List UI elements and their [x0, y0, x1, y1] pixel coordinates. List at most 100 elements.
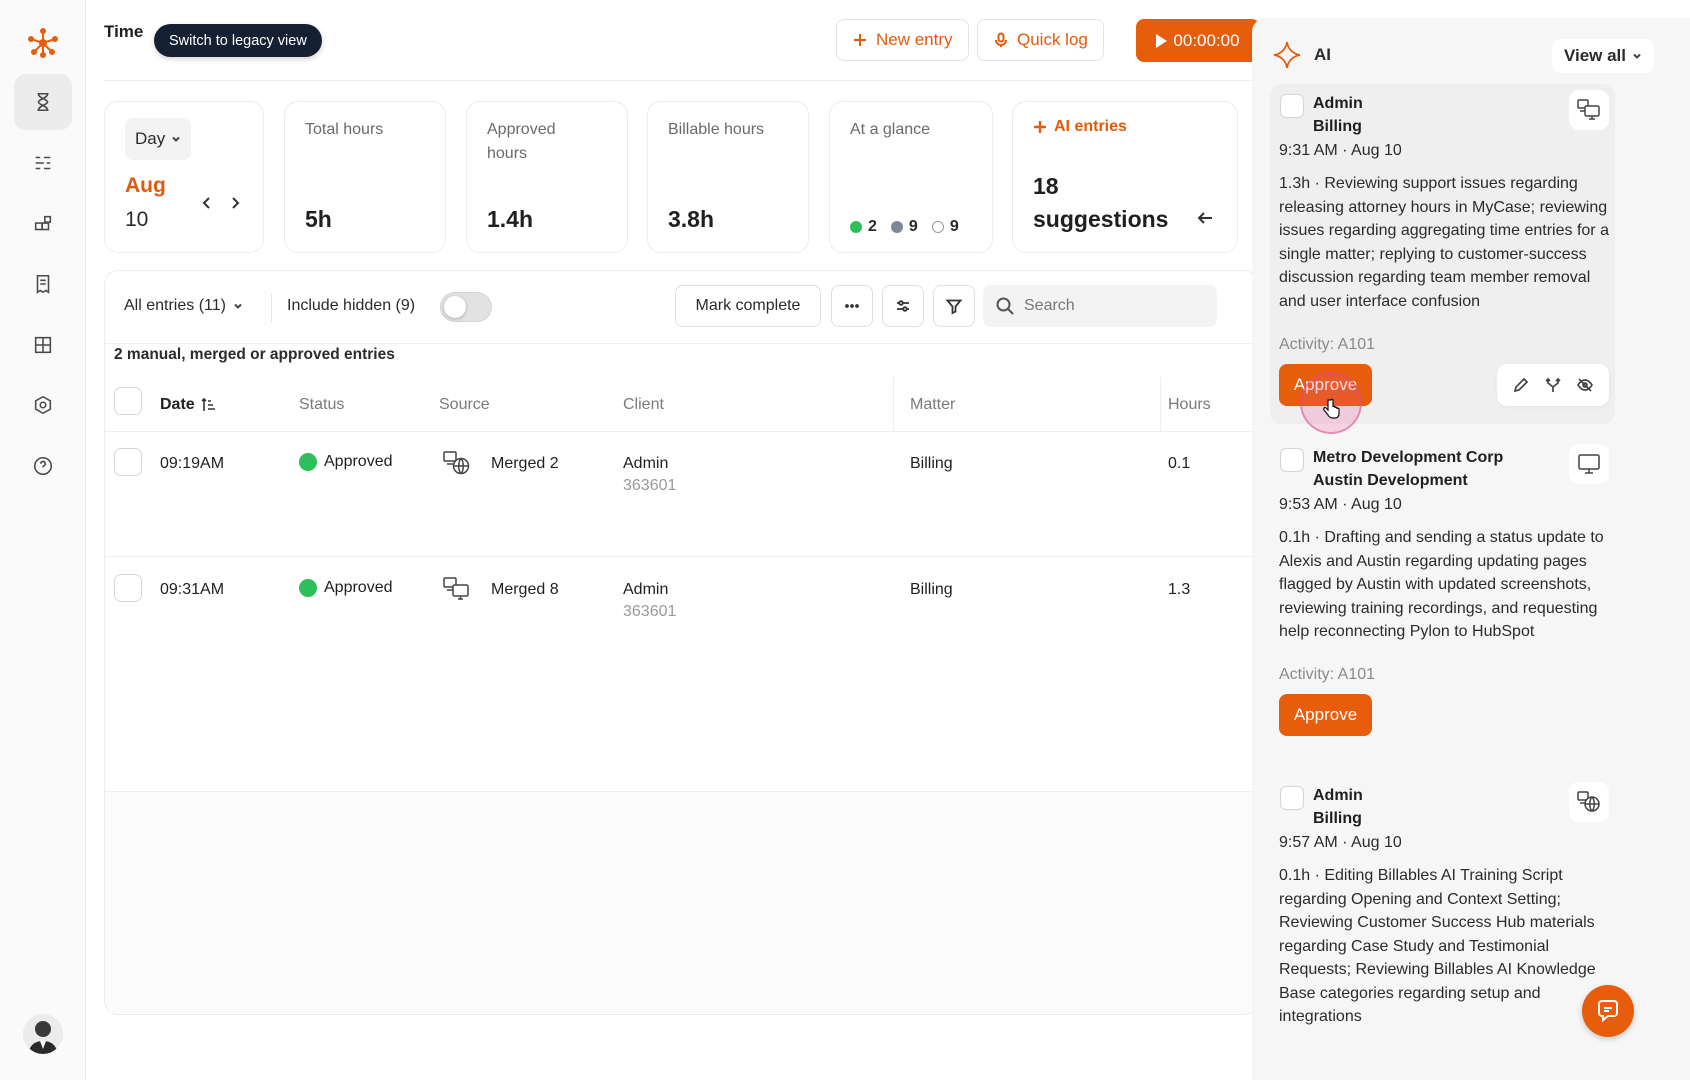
entries-filter-select[interactable]: All entries (11) — [124, 297, 243, 315]
sidebar-item-timesheet[interactable] — [14, 74, 72, 130]
date-day: 10 — [125, 208, 149, 231]
sidebar-item-dashboard[interactable] — [14, 317, 72, 373]
suggestion-client: Metro Development Corp — [1313, 449, 1504, 466]
billable-hours-label: Billable hours — [668, 121, 765, 138]
sidebar-item-list-view[interactable] — [14, 135, 72, 191]
row-checkbox[interactable] — [114, 448, 142, 476]
filter-button[interactable] — [933, 285, 975, 327]
entry-time: 09:19AM — [160, 455, 225, 472]
ai-suggestions-panel: AI View all Admin Billing 9:31 AM · Aug … — [1252, 18, 1690, 1080]
chat-bubble-icon — [1598, 1000, 1618, 1023]
suggestion-checkbox[interactable] — [1280, 94, 1304, 118]
entry-matter: Billing — [910, 581, 953, 598]
chevron-down-icon — [234, 303, 242, 309]
collapse-ai-button[interactable] — [1195, 208, 1215, 228]
column-header-hours[interactable]: Hours — [1168, 396, 1211, 414]
ai-suggestions-count: 18 suggestions — [1033, 173, 1169, 232]
chevron-down-icon — [172, 136, 180, 142]
select-all-checkbox[interactable] — [114, 387, 142, 415]
ai-suggestion-card[interactable]: Metro Development Corp Austin Developmen… — [1270, 438, 1615, 768]
hide-eye-icon[interactable] — [1576, 376, 1594, 394]
entry-matter: Billing — [910, 455, 953, 472]
sidebar-item-settings[interactable] — [14, 377, 72, 433]
date-month: Aug — [125, 174, 166, 197]
monitor-desktop-icon — [441, 575, 473, 603]
entries-table-panel: All entries (11) Include hidden (9) Mark… — [104, 270, 1258, 1015]
suggestion-description: 0.1h · Editing Billables AI Training Scr… — [1279, 867, 1596, 1025]
include-hidden-label: Include hidden (9) — [287, 297, 416, 314]
suggestion-matter: Billing — [1313, 118, 1362, 135]
user-avatar[interactable] — [23, 1014, 63, 1054]
support-chat-button[interactable] — [1582, 985, 1634, 1037]
sidebar-item-integrations[interactable] — [14, 196, 72, 252]
monitor-globe-icon — [441, 449, 473, 477]
search-box — [983, 285, 1217, 327]
ai-suggestion-card[interactable]: Admin Billing 9:31 AM · Aug 10 1.3h · Re… — [1270, 84, 1615, 424]
suggestion-matter: Austin Development — [1313, 472, 1468, 489]
total-hours-card: Total hours 5h — [284, 101, 446, 253]
gray-dot-icon — [890, 221, 903, 233]
entry-client-id: 363601 — [623, 477, 677, 494]
more-horizontal-icon — [845, 304, 859, 308]
row-checkbox[interactable] — [114, 574, 142, 602]
desktop-icon — [1569, 444, 1609, 484]
column-header-client[interactable]: Client — [623, 396, 664, 414]
more-options-button[interactable] — [831, 285, 873, 327]
entry-time: 09:31AM — [160, 581, 225, 598]
period-select[interactable]: Day — [125, 118, 192, 160]
suggestion-checkbox[interactable] — [1280, 786, 1304, 810]
approved-status-icon — [299, 453, 317, 471]
chevron-left-icon — [202, 197, 210, 209]
header-row-divider — [105, 431, 1257, 432]
column-separator — [893, 377, 894, 432]
column-header-source[interactable]: Source — [439, 396, 490, 414]
entry-client-id: 363601 — [623, 603, 677, 620]
quick-log-button[interactable]: Quick log — [977, 19, 1104, 61]
previous-day-button[interactable] — [198, 194, 216, 212]
suggestion-activity: Activity: A101 — [1279, 666, 1376, 683]
column-header-matter[interactable]: Matter — [910, 396, 955, 414]
mark-complete-button[interactable]: Mark complete — [675, 285, 821, 327]
view-all-dropdown[interactable]: View all — [1551, 39, 1654, 73]
suggestion-checkbox[interactable] — [1280, 448, 1304, 472]
entries-filter-label: All entries (11) — [124, 297, 226, 314]
sidebar-item-help[interactable] — [14, 438, 72, 494]
list-icon — [35, 156, 51, 170]
arrow-left-icon — [1197, 212, 1212, 224]
play-icon — [1156, 33, 1168, 48]
new-entry-button[interactable]: New entry — [836, 19, 969, 61]
column-separator — [1160, 377, 1161, 432]
entry-source: Merged 8 — [491, 581, 559, 598]
approved-status-icon — [299, 579, 317, 597]
approved-hours-label: Approved hours — [487, 121, 556, 162]
sort-ascending-icon — [201, 397, 215, 411]
approved-hours-card: Approved hours 1.4h — [466, 101, 628, 253]
edit-pencil-icon[interactable] — [1512, 376, 1530, 394]
column-header-status[interactable]: Status — [299, 396, 344, 414]
suggestion-description: 0.1h · Drafting and sending a status upd… — [1279, 529, 1604, 640]
column-header-date[interactable]: Date — [160, 396, 217, 414]
suggestion-time: 9:31 AM · Aug 10 — [1279, 142, 1402, 159]
app-logo-icon[interactable] — [27, 27, 59, 59]
adjust-columns-button[interactable] — [882, 285, 924, 327]
switch-legacy-view-button[interactable]: Switch to legacy view — [154, 24, 322, 57]
plus-icon — [1034, 121, 1046, 133]
search-input[interactable] — [1024, 297, 1194, 315]
sliders-icon — [897, 300, 909, 312]
start-timer-button[interactable]: 00:00:00 — [1136, 19, 1260, 62]
chevron-down-icon — [1633, 53, 1641, 59]
ai-entries-card[interactable]: AI entries 18 suggestions — [1012, 101, 1238, 253]
include-hidden-toggle[interactable] — [440, 292, 492, 322]
suggestion-actions — [1497, 364, 1609, 406]
ai-suggestion-card[interactable]: Admin Billing 9:57 AM · Aug 10 0.1h · Ed… — [1270, 776, 1615, 1080]
microphone-icon — [995, 32, 1007, 47]
billable-hours-value: 3.8h — [668, 206, 715, 232]
split-icon[interactable] — [1544, 376, 1562, 394]
toolbar-separator — [271, 293, 272, 323]
next-day-button[interactable] — [226, 194, 244, 212]
suggestion-activity: Activity: A101 — [1279, 336, 1376, 353]
approve-button[interactable]: Approve — [1279, 694, 1372, 736]
sidebar-item-reports[interactable] — [14, 256, 72, 312]
sidebar — [0, 0, 86, 1080]
approve-button[interactable]: Approve — [1279, 364, 1372, 406]
